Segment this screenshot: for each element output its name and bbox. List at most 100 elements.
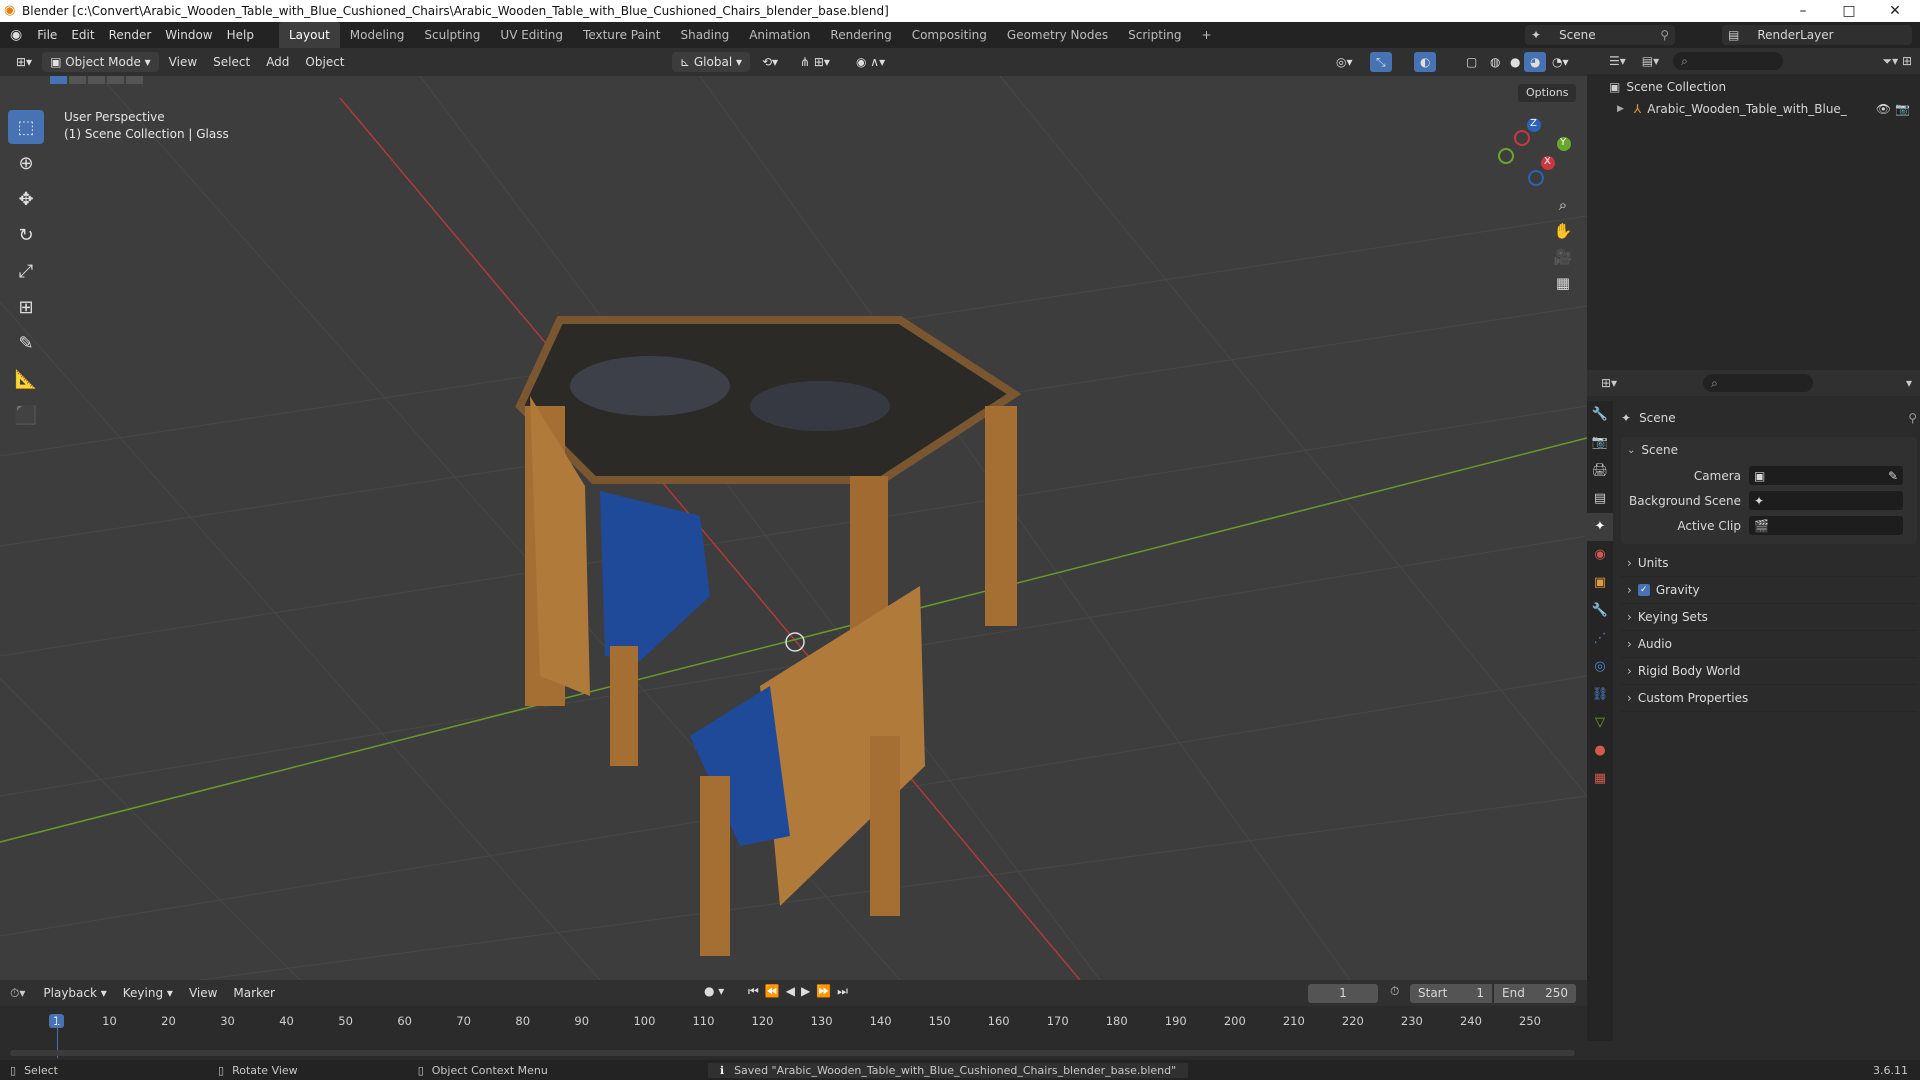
active-clip-field[interactable]: 🎬 (1749, 516, 1903, 535)
3d-viewport[interactable]: Z Y X User Perspective (1) Scene Collect… (0, 76, 1587, 980)
view-layer-selector[interactable]: ▤ RenderLayer (1722, 25, 1912, 45)
frame-tick[interactable]: 60 (397, 1014, 412, 1028)
properties-panel[interactable]: ⊞▾ ⌕ ▾ 🔧 📷 🖨 ▤ ✦ ◉ ▣ 🔧 ⋰ ◎ ⛓ ▽ ● ▦ ✦ Sce… (1587, 370, 1920, 1060)
display-mode-icon[interactable]: ▤▾ (1642, 54, 1659, 68)
maximize-button[interactable]: □ (1826, 0, 1872, 22)
record-icon[interactable]: ● ▾ (704, 984, 724, 998)
section-rigid-body-world[interactable]: › Rigid Body World (1621, 658, 1917, 685)
cursor-tool-icon[interactable]: ⊕ (8, 146, 44, 180)
pan-hand-icon[interactable]: ✋ (1550, 218, 1576, 244)
playback-menu[interactable]: Playback ▾ (37, 983, 112, 1003)
menu-select[interactable]: Select (207, 52, 256, 72)
frame-tick[interactable]: 100 (633, 1014, 655, 1028)
timeline-ruler[interactable]: 1102030405060708090100110120130140150160… (0, 1006, 1587, 1060)
blender-menu-icon[interactable]: ◉ (10, 27, 22, 43)
perspective-grid-icon[interactable]: ▦ (1550, 270, 1576, 296)
pin-icon[interactable]: ⚲ (1660, 28, 1669, 42)
keying-menu[interactable]: Keying ▾ (117, 983, 179, 1003)
output-tab-icon[interactable]: 🖨 (1587, 457, 1613, 485)
gizmo-toggle-icon[interactable]: ⤡ (1370, 52, 1392, 72)
frame-tick[interactable]: 140 (870, 1014, 892, 1028)
annotate-tool-icon[interactable]: ✎ (8, 326, 44, 360)
select-box-tool-icon[interactable]: ⬚ (8, 110, 44, 144)
select-invert-icon[interactable] (107, 76, 124, 84)
camera-view-icon[interactable]: 🎥 (1550, 244, 1576, 270)
xray-icon[interactable]: ▢ (1460, 52, 1483, 72)
snap-icon[interactable]: ⋔ ⊞▾ (794, 52, 836, 72)
pin-icon[interactable]: ⚲ (1908, 411, 1917, 425)
section-gravity[interactable]: › ✓ Gravity (1621, 577, 1917, 604)
frame-tick[interactable]: 30 (220, 1014, 235, 1028)
constraints-tab-icon[interactable]: ⛓ (1587, 681, 1613, 709)
tab-compositing[interactable]: Compositing (902, 22, 997, 48)
timeline-scrollbar[interactable] (10, 1050, 1575, 1056)
rendered-shading-icon[interactable]: ◔▾ (1546, 52, 1575, 72)
timeline-editor[interactable]: ⏱▾ Playback ▾ Keying ▾ View Marker ● ▾ ⏮… (0, 980, 1587, 1060)
frame-tick[interactable]: 10 (102, 1014, 117, 1028)
tab-animation[interactable]: Animation (739, 22, 820, 48)
chevron-down-icon[interactable]: ▾ (1906, 376, 1912, 390)
menu-file[interactable]: File (30, 22, 64, 48)
options-button[interactable]: Options (1518, 84, 1577, 102)
frame-tick[interactable]: 230 (1401, 1014, 1423, 1028)
measure-tool-icon[interactable]: 📐 (8, 362, 44, 396)
outliner-search-input[interactable]: ⌕ (1673, 52, 1784, 70)
add-workspace-button[interactable]: + (1192, 22, 1222, 48)
frame-tick[interactable]: 180 (1106, 1014, 1128, 1028)
section-units[interactable]: › Units (1621, 550, 1917, 577)
frame-tick[interactable]: 90 (574, 1014, 589, 1028)
outliner-panel[interactable]: ☰▾ ▤▾ ⌕ ⏷▾ ⊞ ▣ Scene Collection ▶ ⅄ Arab… (1587, 48, 1920, 370)
tool-tab-icon[interactable]: 🔧 (1587, 401, 1613, 429)
proportional-edit-icon[interactable]: ◉ ∧▾ (850, 52, 891, 72)
select-extend-icon[interactable] (69, 76, 86, 84)
frame-tick[interactable]: 50 (338, 1014, 353, 1028)
tab-shading[interactable]: Shading (670, 22, 739, 48)
pivot-icon[interactable]: ⟲▾ (756, 52, 784, 72)
frame-tick[interactable]: 200 (1224, 1014, 1246, 1028)
physics-tab-icon[interactable]: ◎ (1587, 653, 1613, 681)
menu-object[interactable]: Object (299, 52, 350, 72)
properties-editor-icon[interactable]: ⊞▾ (1601, 376, 1617, 390)
material-shading-icon[interactable]: ◕ (1524, 52, 1547, 72)
frame-tick[interactable]: 160 (988, 1014, 1010, 1028)
scale-tool-icon[interactable]: ⤢ (8, 254, 44, 288)
frame-tick[interactable]: 210 (1283, 1014, 1305, 1028)
frame-tick[interactable]: 170 (1047, 1014, 1069, 1028)
frame-tick[interactable]: 40 (279, 1014, 294, 1028)
frame-tick[interactable]: 240 (1460, 1014, 1482, 1028)
tab-rendering[interactable]: Rendering (820, 22, 901, 48)
scene-tab-icon[interactable]: ✦ (1587, 513, 1613, 541)
object-tab-icon[interactable]: ▣ (1587, 569, 1613, 597)
background-scene-field[interactable]: ✦ (1749, 491, 1903, 510)
timeline-editor-icon[interactable]: ⏱▾ (10, 986, 25, 1001)
tab-layout[interactable]: Layout (278, 22, 340, 48)
overlay-toggle-icon[interactable]: ◐ (1414, 52, 1437, 72)
timeline-view-menu[interactable]: View (183, 983, 223, 1003)
menu-view[interactable]: View (163, 52, 203, 72)
rotate-tool-icon[interactable]: ↻ (8, 218, 44, 252)
marker-menu[interactable]: Marker (227, 983, 280, 1003)
frame-tick[interactable]: 150 (929, 1014, 951, 1028)
visibility-eye-icon[interactable]: 👁 (1876, 102, 1891, 116)
playback-controls[interactable]: ⏮⏪◀▶⏩⏭ (748, 984, 854, 999)
menu-window[interactable]: Window (158, 22, 219, 48)
material-tab-icon[interactable]: ● (1587, 737, 1613, 765)
outliner-row-object[interactable]: ▶ ⅄ Arabic_Wooden_Table_with_Blue_Cushi … (1587, 98, 1920, 120)
world-tab-icon[interactable]: ◉ (1587, 541, 1613, 569)
frame-tick[interactable]: 70 (456, 1014, 471, 1028)
close-button[interactable]: ✕ (1872, 0, 1918, 22)
particles-tab-icon[interactable]: ⋰ (1587, 625, 1613, 653)
menu-help[interactable]: Help (220, 22, 261, 48)
modifier-tab-icon[interactable]: 🔧 (1587, 597, 1613, 625)
scene-panel-header[interactable]: ⌄ Scene (1621, 437, 1917, 463)
tab-geometry-nodes[interactable]: Geometry Nodes (997, 22, 1118, 48)
orientation-dropdown[interactable]: ⊾ Global ▾ (672, 52, 750, 72)
section-custom-properties[interactable]: › Custom Properties (1621, 685, 1917, 712)
section-keying-sets[interactable]: › Keying Sets (1621, 604, 1917, 631)
frame-tick[interactable]: 120 (752, 1014, 774, 1028)
frame-tick[interactable]: 80 (515, 1014, 530, 1028)
render-camera-icon[interactable]: 📷 (1895, 102, 1910, 116)
texture-tab-icon[interactable]: ▦ (1587, 765, 1613, 793)
select-new-icon[interactable] (50, 76, 67, 84)
start-frame-field[interactable]: Start 1 (1410, 984, 1492, 1003)
